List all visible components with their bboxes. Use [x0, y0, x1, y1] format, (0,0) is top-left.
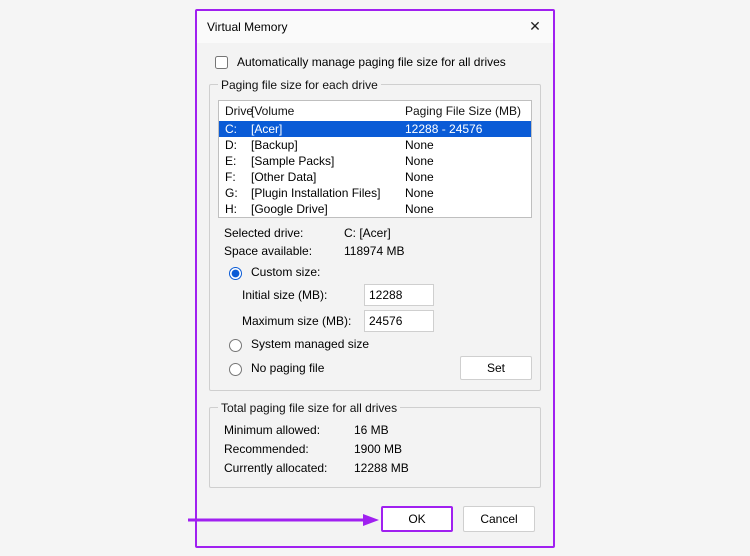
ok-button[interactable]: OK: [381, 506, 453, 532]
initial-size-label: Initial size (MB):: [242, 288, 360, 302]
drive-letter: G:: [225, 186, 251, 200]
totals-group: Total paging file size for all drives Mi…: [209, 401, 541, 488]
drive-group-legend: Paging file size for each drive: [218, 78, 381, 92]
radio-custom-label: Custom size:: [251, 265, 320, 279]
drive-letter: F:: [225, 170, 251, 184]
drive-row[interactable]: E:[Sample Packs]None: [219, 153, 531, 169]
set-button[interactable]: Set: [460, 356, 532, 380]
drive-row[interactable]: F:[Other Data]None: [219, 169, 531, 185]
drive-paging: None: [405, 138, 525, 152]
drive-volume: [Sample Packs]: [251, 154, 405, 168]
close-button[interactable]: ✕: [525, 17, 545, 37]
drive-volume: [Acer]: [251, 122, 405, 136]
radio-system-row: System managed size: [224, 336, 532, 352]
radio-custom[interactable]: [229, 267, 242, 280]
radio-none-row: No paging file: [224, 360, 324, 376]
drive-row[interactable]: H:[Google Drive]None: [219, 201, 531, 217]
space-available-label: Space available:: [224, 244, 344, 258]
drive-paging: None: [405, 186, 525, 200]
window-title: Virtual Memory: [207, 20, 287, 34]
radio-system-label: System managed size: [251, 337, 369, 351]
drive-paging: 12288 - 24576: [405, 122, 525, 136]
max-size-input[interactable]: [364, 310, 434, 332]
virtual-memory-dialog: Virtual Memory ✕ Automatically manage pa…: [195, 9, 555, 548]
space-available-value: 118974 MB: [344, 244, 532, 258]
drive-row[interactable]: C:[Acer]12288 - 24576: [219, 121, 531, 137]
drive-row[interactable]: D:[Backup]None: [219, 137, 531, 153]
recommended-value: 1900 MB: [354, 442, 526, 456]
currently-label: Currently allocated:: [224, 461, 354, 475]
auto-manage-row: Automatically manage paging file size fo…: [211, 53, 541, 72]
dialog-footer: OK Cancel: [209, 498, 541, 536]
drive-list[interactable]: Drive [Volume Paging File Size (MB) C:[A…: [218, 100, 532, 218]
recommended-label: Recommended:: [224, 442, 354, 456]
drive-group: Paging file size for each drive Drive [V…: [209, 78, 541, 391]
drive-paging: None: [405, 154, 525, 168]
drive-letter: H:: [225, 202, 251, 216]
currently-value: 12288 MB: [354, 461, 526, 475]
drive-row[interactable]: G:[Plugin Installation Files]None: [219, 185, 531, 201]
max-size-label: Maximum size (MB):: [242, 314, 360, 328]
cancel-button[interactable]: Cancel: [463, 506, 535, 532]
radio-none-label: No paging file: [251, 361, 324, 375]
size-options: Custom size: Initial size (MB): Maximum …: [218, 264, 532, 380]
drive-letter: D:: [225, 138, 251, 152]
drive-volume: [Plugin Installation Files]: [251, 186, 405, 200]
drive-list-header: Drive [Volume Paging File Size (MB): [219, 101, 531, 121]
max-size-row: Maximum size (MB):: [242, 310, 532, 332]
drive-volume: [Backup]: [251, 138, 405, 152]
auto-manage-checkbox[interactable]: [215, 56, 228, 69]
drive-paging: None: [405, 170, 525, 184]
initial-size-row: Initial size (MB):: [242, 284, 532, 306]
annotation-arrow-icon: [183, 510, 383, 530]
drive-letter: C:: [225, 122, 251, 136]
selected-drive-label: Selected drive:: [224, 226, 344, 240]
selected-info: Selected drive: C: [Acer] Space availabl…: [218, 226, 532, 258]
close-icon: ✕: [529, 18, 541, 35]
col-drive: Drive: [225, 104, 251, 118]
selected-drive-value: C: [Acer]: [344, 226, 532, 240]
col-paging: Paging File Size (MB): [405, 104, 525, 118]
initial-size-input[interactable]: [364, 284, 434, 306]
drive-paging: None: [405, 202, 525, 216]
dialog-content: Automatically manage paging file size fo…: [197, 43, 553, 546]
drive-letter: E:: [225, 154, 251, 168]
radio-none[interactable]: [229, 363, 242, 376]
drive-volume: [Other Data]: [251, 170, 405, 184]
titlebar: Virtual Memory ✕: [197, 11, 553, 43]
totals-legend: Total paging file size for all drives: [218, 401, 400, 415]
min-allowed-label: Minimum allowed:: [224, 423, 354, 437]
auto-manage-label: Automatically manage paging file size fo…: [237, 55, 506, 69]
col-volume: [Volume: [251, 104, 405, 118]
radio-system[interactable]: [229, 339, 242, 352]
drive-volume: [Google Drive]: [251, 202, 405, 216]
min-allowed-value: 16 MB: [354, 423, 526, 437]
radio-custom-row: Custom size:: [224, 264, 532, 280]
